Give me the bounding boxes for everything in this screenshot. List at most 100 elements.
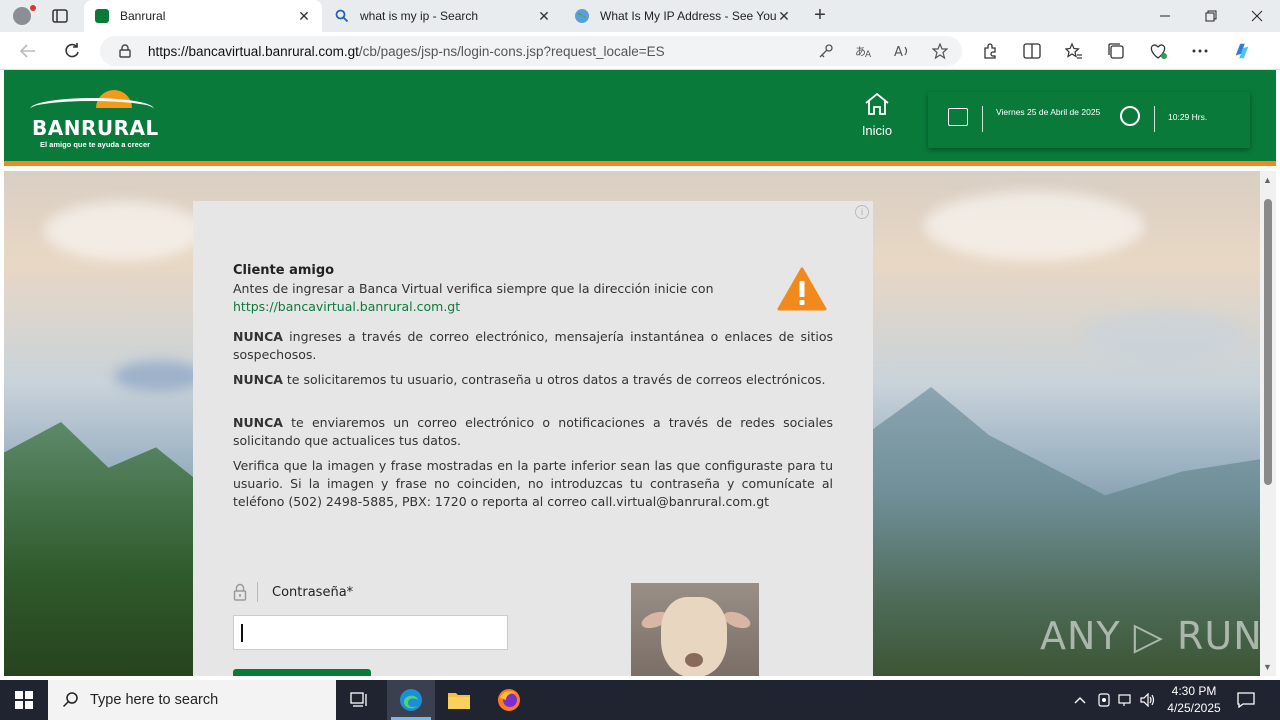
password-label-row: Contraseña* xyxy=(233,582,353,602)
translate-icon[interactable]: あA xyxy=(854,41,874,61)
divider xyxy=(1154,106,1155,132)
calendar-icon xyxy=(948,108,968,126)
taskbar: Type here to search 4:30 PM 4/25/2025 xyxy=(0,680,1280,720)
scroll-up-icon[interactable]: ▲ xyxy=(1263,175,1272,185)
system-tray xyxy=(1070,680,1158,720)
tab-banrural[interactable]: Banrural ✕ xyxy=(84,0,322,32)
divider xyxy=(257,582,258,602)
notice-heading: Cliente amigo xyxy=(233,263,335,278)
warning-lead: NUNCA xyxy=(233,329,283,344)
collections-icon[interactable] xyxy=(1106,41,1126,61)
scroll-down-icon[interactable]: ▼ xyxy=(1263,662,1272,672)
tab-title: Banrural xyxy=(120,9,166,23)
page-viewport: BANRURAL El amigo que te ayuda a crecer … xyxy=(4,70,1276,676)
current-date: Viernes 25 de Abril de 2025 xyxy=(996,107,1101,117)
taskbar-search[interactable]: Type here to search xyxy=(48,680,336,720)
scroll-thumb[interactable] xyxy=(1264,199,1272,485)
lock-icon[interactable] xyxy=(118,44,132,58)
warning-lead: NUNCA xyxy=(233,415,283,430)
file-explorer-icon[interactable] xyxy=(435,680,483,720)
search-icon xyxy=(62,692,78,708)
tab-title: what is my ip - Search xyxy=(360,9,479,23)
back-arrow-icon[interactable] xyxy=(14,37,42,65)
chevron-up-icon[interactable] xyxy=(1070,690,1090,710)
padlock-icon xyxy=(233,583,247,601)
home-link[interactable]: Inicio xyxy=(850,92,904,138)
globe-favicon-icon xyxy=(574,8,590,24)
extensions-icon[interactable] xyxy=(980,41,1000,61)
current-time: 10:29 Hrs. xyxy=(1168,112,1208,122)
firefox-icon[interactable] xyxy=(485,680,533,720)
logo-tagline: El amigo que te ayuda a crecer xyxy=(40,140,151,149)
windows-start-icon[interactable] xyxy=(0,680,48,720)
text-caret xyxy=(241,624,243,642)
favorite-star-icon[interactable] xyxy=(930,41,950,61)
edge-taskbar-icon[interactable] xyxy=(387,680,435,720)
security-intro: Cliente amigo Antes de ingresar a Banca … xyxy=(233,262,768,316)
minimize-icon[interactable] xyxy=(1142,0,1188,32)
notification-dot xyxy=(30,5,36,11)
warning-text: te enviaremos un correo electrónico o no… xyxy=(233,415,833,448)
warning-2: NUNCA te solicitaremos tu usuario, contr… xyxy=(233,371,833,389)
url-text: https://bancavirtual.banrural.com.gt/cb/… xyxy=(148,44,665,59)
browser-toolbar: https://bancavirtual.banrural.com.gt/cb/… xyxy=(0,32,1280,70)
device-icon[interactable] xyxy=(1094,690,1114,710)
close-tab-icon[interactable]: ✕ xyxy=(296,8,312,25)
mountains-left xyxy=(4,422,194,676)
warning-1: NUNCA ingreses a través de correo electr… xyxy=(233,328,833,364)
warning-icon xyxy=(777,267,827,311)
anyrun-watermark: ANY ▷ RUN xyxy=(1040,614,1263,658)
date-time-panel: Viernes 25 de Abril de 2025 10:29 Hrs. xyxy=(928,92,1250,148)
divider xyxy=(982,106,983,132)
taskbar-date: 4/25/2025 xyxy=(1167,701,1221,715)
key-icon[interactable] xyxy=(816,41,836,61)
home-label: Inicio xyxy=(861,123,893,138)
favorites-icon[interactable] xyxy=(1064,41,1084,61)
network-icon[interactable] xyxy=(1116,690,1136,710)
volume-icon[interactable] xyxy=(1138,690,1158,710)
submit-button[interactable] xyxy=(233,669,371,676)
read-aloud-icon[interactable]: A xyxy=(892,41,912,61)
split-screen-icon[interactable] xyxy=(1022,41,1042,61)
refresh-icon[interactable] xyxy=(58,37,86,65)
tab-search[interactable]: what is my ip - Search ✕ xyxy=(324,0,562,32)
task-view-icon[interactable] xyxy=(336,680,384,720)
tab-whatismyip[interactable]: What Is My IP Address - See Your ✕ xyxy=(564,0,802,32)
url-host: https://bancavirtual.banrural.com.gt xyxy=(148,43,359,59)
tab-actions-icon[interactable] xyxy=(48,6,72,26)
security-image-sheep xyxy=(631,583,759,676)
taskbar-time: 4:30 PM xyxy=(1171,684,1217,698)
login-card: i Cliente amigo Antes de ingresar a Banc… xyxy=(193,201,873,676)
search-favicon-icon xyxy=(334,8,350,24)
banrural-logo[interactable]: BANRURAL El amigo que te ayuda a crecer xyxy=(30,88,160,152)
address-bar[interactable]: https://bancavirtual.banrural.com.gt/cb/… xyxy=(100,36,962,66)
password-label: Contraseña* xyxy=(272,584,354,600)
restore-icon[interactable] xyxy=(1188,0,1234,32)
close-tab-icon[interactable]: ✕ xyxy=(536,8,552,25)
taskbar-clock[interactable]: 4:30 PM 4/25/2025 xyxy=(1160,683,1228,717)
copilot-icon[interactable] xyxy=(1232,41,1252,61)
verify-instructions: Verifica que la imagen y frase mostradas… xyxy=(233,458,833,509)
notice-intro: Antes de ingresar a Banca Virtual verifi… xyxy=(233,281,714,296)
avatar-icon xyxy=(13,7,31,25)
new-tab-button[interactable]: + xyxy=(808,4,832,28)
warning-3: NUNCA te enviaremos un correo electrónic… xyxy=(233,414,833,450)
close-tab-icon[interactable]: ✕ xyxy=(776,8,792,25)
notification-center-icon[interactable] xyxy=(1232,688,1260,712)
clock-icon xyxy=(1120,106,1140,126)
banrural-favicon-icon xyxy=(94,8,110,24)
info-icon[interactable]: i xyxy=(855,205,869,219)
page-scrollbar[interactable]: ▲ ▼ xyxy=(1260,171,1276,676)
browser-essentials-icon[interactable] xyxy=(1148,41,1168,61)
site-header: BANRURAL El amigo que te ayuda a crecer … xyxy=(4,70,1276,166)
url-path: /cb/pages/jsp-ns/login-cons.jsp?request_… xyxy=(358,43,665,59)
more-options-icon[interactable] xyxy=(1190,41,1210,61)
warning-text: ingreses a través de correo electrónico,… xyxy=(233,329,833,362)
svg-text:A: A xyxy=(865,50,872,59)
logo-brand-name: BANRURAL xyxy=(32,116,159,140)
search-placeholder: Type here to search xyxy=(90,692,219,708)
password-field[interactable] xyxy=(233,615,508,650)
close-window-icon[interactable] xyxy=(1234,0,1280,32)
official-url-link[interactable]: https://bancavirtual.banrural.com.gt xyxy=(233,298,768,316)
warning-lead: NUNCA xyxy=(233,372,283,387)
